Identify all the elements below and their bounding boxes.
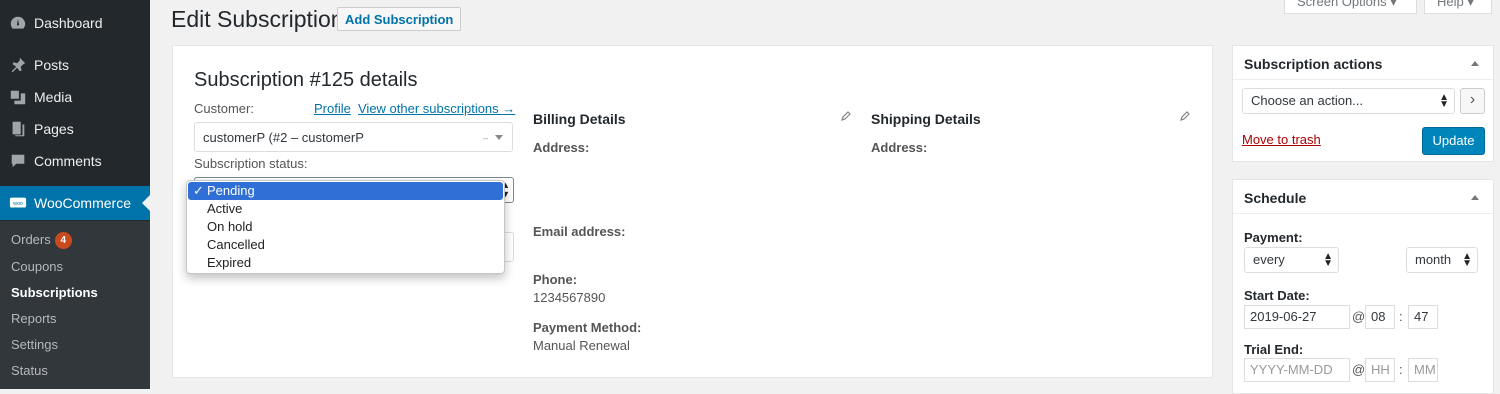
menu-label: Pages: [34, 121, 74, 137]
dashboard-icon: [8, 13, 28, 33]
comments-icon: [8, 151, 28, 171]
menu-item-pages[interactable]: Pages: [0, 112, 150, 146]
interval-value: every: [1253, 252, 1285, 267]
submenu-label: Orders: [11, 232, 51, 247]
shipping-address-label: Address:: [871, 140, 928, 155]
menu-label: Posts: [34, 57, 70, 73]
colon-separator: :: [1399, 309, 1403, 324]
box-header[interactable]: Subscription actions: [1233, 46, 1493, 80]
action-select[interactable]: Choose an action... ▲ ▼: [1242, 88, 1455, 114]
checkmark-icon: ✓: [193, 183, 204, 198]
submenu-item-coupons[interactable]: Coupons: [11, 259, 63, 274]
trial-end-date-input[interactable]: YYYY-MM-DD: [1244, 358, 1350, 382]
box-header[interactable]: Schedule: [1233, 180, 1493, 214]
billing-phone-label: Phone:: [533, 272, 578, 287]
start-hour-input[interactable]: 08: [1365, 305, 1395, 329]
action-select-value: Choose an action...: [1251, 93, 1364, 108]
at-separator: @: [1352, 362, 1366, 377]
subscription-actions-box: Subscription actions Choose an action...…: [1232, 45, 1494, 162]
menu-label: Comments: [34, 153, 102, 169]
move-to-trash-link[interactable]: Move to trash: [1242, 132, 1321, 147]
clear-trail: –: [482, 133, 488, 143]
menu-label: Media: [34, 89, 73, 105]
edit-shipping-pencil-icon[interactable]: [1179, 110, 1191, 122]
status-label: Subscription status:: [194, 156, 308, 171]
pages-icon: [8, 119, 28, 139]
option-label: Pending: [207, 183, 255, 198]
add-subscription-button[interactable]: Add Subscription: [337, 7, 462, 31]
collapse-arrow-icon[interactable]: [1471, 61, 1479, 66]
menu-item-media[interactable]: Media: [0, 80, 150, 114]
media-icon: [8, 87, 28, 107]
colon-separator: :: [1399, 362, 1403, 377]
status-option-cancelled[interactable]: Cancelled: [188, 236, 503, 254]
submenu-item-status[interactable]: Status: [11, 363, 48, 378]
schedule-box-title: Schedule: [1244, 190, 1307, 206]
customer-label: Customer:: [194, 101, 254, 116]
at-separator: @: [1352, 309, 1366, 324]
actions-box-title: Subscription actions: [1244, 56, 1383, 72]
chevron-down-icon: [495, 135, 503, 140]
submenu-item-settings[interactable]: Settings: [11, 337, 58, 352]
billing-period-select[interactable]: month ▲ ▼: [1406, 247, 1478, 273]
woocommerce-icon: woo: [8, 193, 28, 213]
page-title: Edit Subscription: [171, 6, 344, 32]
schedule-box: Schedule Payment: every ▲ ▼ month ▲ ▼ Star…: [1232, 179, 1494, 394]
active-indicator: [142, 195, 150, 211]
billing-phone-value: 1234567890: [533, 290, 606, 305]
svg-text:woo: woo: [12, 201, 23, 207]
help-tab[interactable]: Help ▾: [1424, 0, 1492, 14]
orders-count-badge: 4: [54, 232, 72, 249]
details-title: Subscription #125 details: [194, 69, 418, 91]
start-date-label: Start Date:: [1244, 288, 1310, 303]
menu-item-woocommerce[interactable]: woo WooCommerce: [0, 186, 150, 220]
menu-item-comments[interactable]: Comments: [0, 144, 150, 178]
trial-end-label: Trial End:: [1244, 342, 1304, 357]
customer-value: customerP (#2 – customerP: [203, 130, 364, 145]
trial-minute-input[interactable]: MM: [1408, 358, 1438, 382]
pin-icon: [8, 55, 28, 75]
submenu-item-orders[interactable]: Orders 4: [11, 232, 72, 249]
screen-options-tab[interactable]: Screen Options ▾: [1284, 0, 1417, 14]
trial-hour-input[interactable]: HH: [1365, 358, 1395, 382]
status-option-active[interactable]: Active: [188, 200, 503, 218]
menu-label: Dashboard: [34, 15, 103, 31]
customer-select[interactable]: customerP (#2 – customerP –: [194, 122, 513, 152]
edit-billing-pencil-icon[interactable]: [840, 110, 852, 122]
payment-method-label: Payment Method:: [533, 320, 642, 335]
profile-link[interactable]: Profile: [314, 101, 351, 116]
payment-label: Payment:: [1244, 230, 1303, 245]
payment-method-value: Manual Renewal: [533, 338, 630, 353]
billing-interval-select[interactable]: every ▲ ▼: [1244, 247, 1339, 273]
status-option-expired[interactable]: Expired: [188, 254, 503, 272]
start-date-input[interactable]: 2019-06-27: [1244, 305, 1350, 329]
view-other-subscriptions-link[interactable]: View other subscriptions →: [358, 101, 515, 116]
billing-details-heading: Billing Details: [533, 111, 626, 127]
status-option-pending[interactable]: ✓ Pending: [188, 182, 503, 200]
update-button[interactable]: Update: [1422, 127, 1485, 155]
billing-address-label: Address:: [533, 140, 590, 155]
collapse-arrow-icon[interactable]: [1471, 195, 1479, 200]
shipping-details-heading: Shipping Details: [871, 111, 981, 127]
start-minute-input[interactable]: 47: [1408, 305, 1438, 329]
menu-item-posts[interactable]: Posts: [0, 48, 150, 82]
status-option-on-hold[interactable]: On hold: [188, 218, 503, 236]
menu-label: WooCommerce: [34, 195, 131, 211]
status-dropdown-list: ✓ Pending Active On hold Cancelled Expir…: [186, 180, 505, 274]
submenu-item-reports[interactable]: Reports: [11, 311, 57, 326]
apply-action-button[interactable]: ›: [1460, 88, 1485, 114]
updown-arrows-icon: ▲ ▼: [1323, 251, 1333, 269]
updown-arrows-icon: ▲ ▼: [1439, 92, 1449, 110]
submenu-item-subscriptions[interactable]: Subscriptions: [11, 285, 98, 300]
updown-arrows-icon: ▲ ▼: [1462, 251, 1472, 269]
billing-email-label: Email address:: [533, 224, 626, 239]
admin-sidebar: Dashboard Posts Media Pages Comments woo…: [0, 0, 150, 389]
woocommerce-submenu: Orders 4 Coupons Subscriptions Reports Se…: [0, 221, 150, 389]
menu-item-dashboard[interactable]: Dashboard: [0, 6, 150, 40]
period-value: month: [1415, 252, 1452, 267]
